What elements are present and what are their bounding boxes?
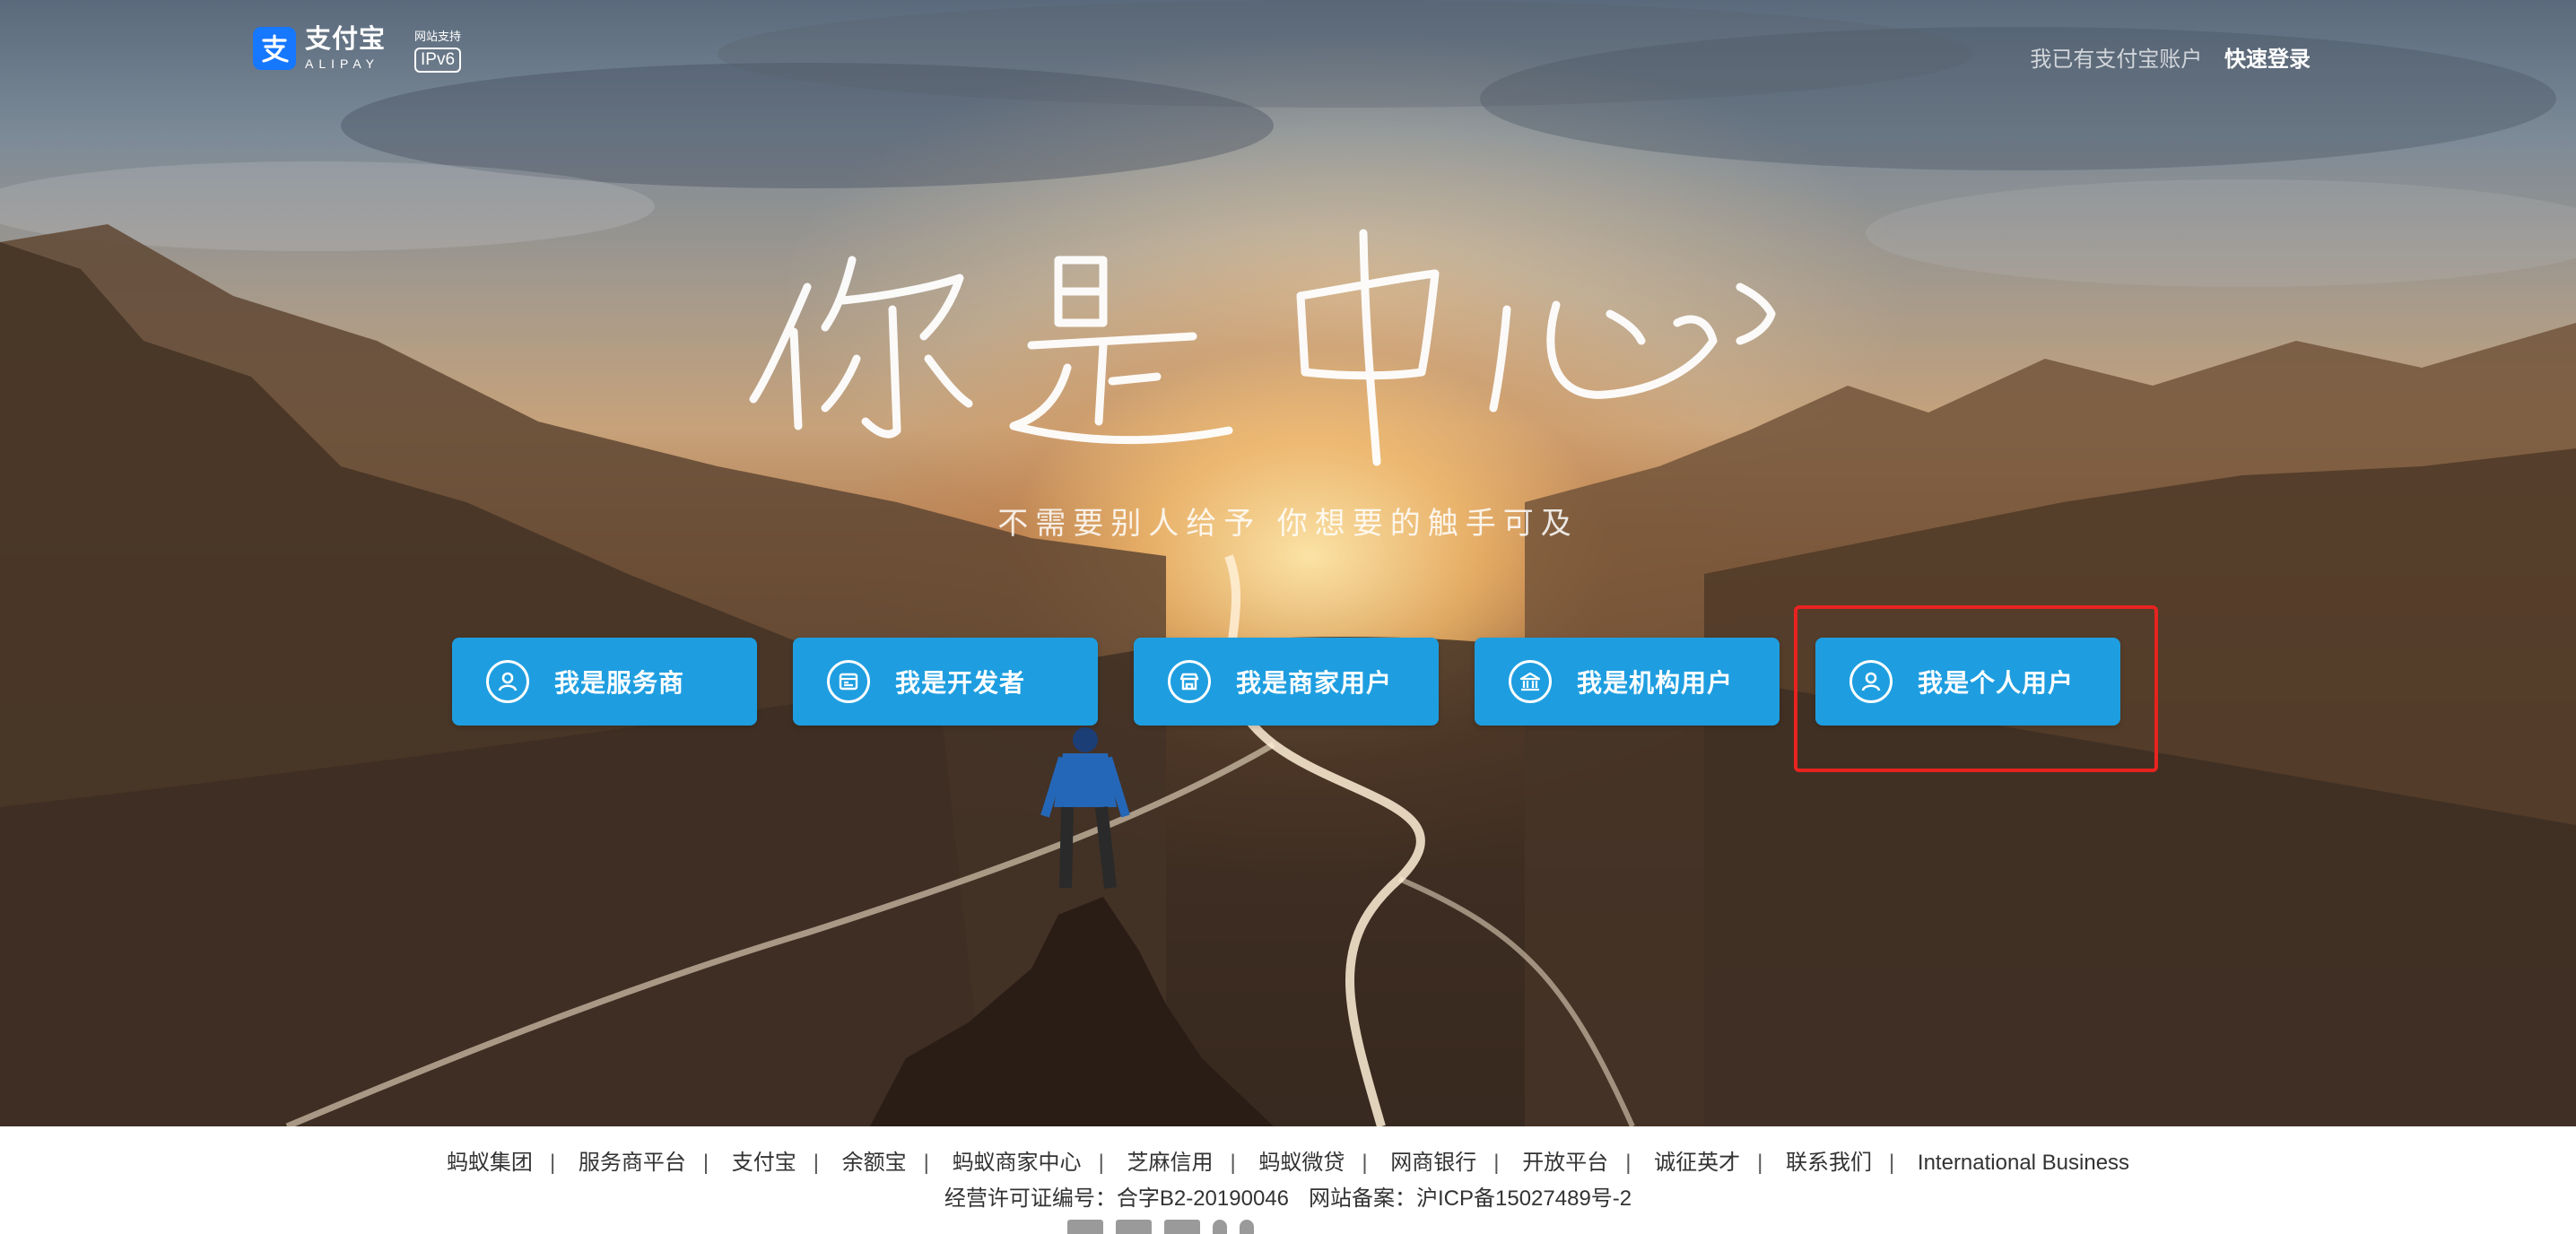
footer-link[interactable]: 蚂蚁商家中心 xyxy=(953,1151,1082,1175)
footer-link[interactable]: 芝麻信用 xyxy=(1127,1151,1213,1175)
service-provider-button[interactable]: 我是服务商 xyxy=(452,638,757,726)
alipay-icon xyxy=(253,27,296,70)
certification-badge-icon[interactable] xyxy=(1240,1220,1254,1234)
license-number: 经营许可证编号：合字B2-20190046 xyxy=(944,1186,1289,1211)
slogan-title-artwork xyxy=(749,229,1776,466)
footer: 蚂蚁集团 | 服务商平台 | 支付宝 | 余额宝 | 蚂蚁商家中心 | 芝麻信用 | 蚂蚁微… xyxy=(0,1126,2576,1234)
alipay-logo[interactable]: 支付宝 ALIPAY xyxy=(253,27,386,70)
footer-link[interactable]: 联系我们 xyxy=(1786,1151,1872,1175)
icp-number[interactable]: 网站备案：沪ICP备15027489号-2 xyxy=(1309,1186,1632,1211)
institution-button[interactable]: 我是机构用户 xyxy=(1475,638,1780,726)
login-area: 我已有支付宝账户 快速登录 xyxy=(2030,41,2311,73)
logo-name-en: ALIPAY xyxy=(305,56,379,71)
footer-link[interactable]: 支付宝 xyxy=(732,1151,796,1175)
footer-license: 经营许可证编号：合字B2-20190046 网站备案：沪ICP备15027489号… xyxy=(0,1180,2576,1212)
ipv6-text: IPv6 xyxy=(414,48,462,73)
role-label: 我是开发者 xyxy=(895,669,1026,697)
developer-button[interactable]: 我是开发者 xyxy=(793,638,1098,726)
slogan-subtitle: 不需要别人给予 你想要的触手可及 xyxy=(997,507,1579,541)
footer-link[interactable]: 蚂蚁集团 xyxy=(447,1151,533,1175)
ipv6-label: 网站支持 xyxy=(414,30,462,43)
logo-name: 支付宝 xyxy=(305,25,387,54)
mountain-landscape xyxy=(0,0,2576,1126)
storefront-icon xyxy=(1168,660,1211,703)
hero-background: 支付宝 ALIPAY 网站支持 IPv6 我已有支付宝账户 快速登录 不需要别人… xyxy=(0,0,2576,1126)
merchant-button[interactable]: 我是商家用户 xyxy=(1134,638,1439,726)
person-circle-icon xyxy=(486,660,529,703)
certification-badge-icon[interactable] xyxy=(1067,1220,1103,1234)
browser-window-icon xyxy=(827,660,870,703)
login-prompt: 我已有支付宝账户 xyxy=(2030,48,2203,72)
footer-link[interactable]: 诚征英才 xyxy=(1654,1151,1740,1175)
quick-login-link[interactable]: 快速登录 xyxy=(2224,48,2311,72)
footer-link[interactable]: 服务商平台 xyxy=(579,1151,686,1175)
ipv6-badge: 网站支持 IPv6 xyxy=(414,27,462,73)
certification-badge-icon[interactable] xyxy=(1213,1220,1227,1234)
bank-building-icon xyxy=(1509,660,1552,703)
highlight-annotation xyxy=(1794,605,2158,772)
role-label: 我是商家用户 xyxy=(1236,669,1393,697)
footer-link[interactable]: 开放平台 xyxy=(1522,1151,1608,1175)
certification-badge-icon[interactable] xyxy=(1116,1220,1152,1234)
role-label: 我是服务商 xyxy=(554,669,685,697)
footer-badges xyxy=(1067,1220,1254,1234)
footer-link[interactable]: 网商银行 xyxy=(1390,1151,1476,1175)
role-label: 我是机构用户 xyxy=(1577,669,1734,697)
footer-links: 蚂蚁集团 | 服务商平台 | 支付宝 | 余额宝 | 蚂蚁商家中心 | 芝麻信用 | 蚂蚁微… xyxy=(446,1151,2130,1175)
footer-link[interactable]: 余额宝 xyxy=(842,1151,907,1175)
certification-badge-icon[interactable] xyxy=(1164,1220,1200,1234)
footer-link[interactable]: 蚂蚁微贷 xyxy=(1258,1151,1345,1175)
footer-link[interactable]: International Business xyxy=(1918,1151,2129,1175)
